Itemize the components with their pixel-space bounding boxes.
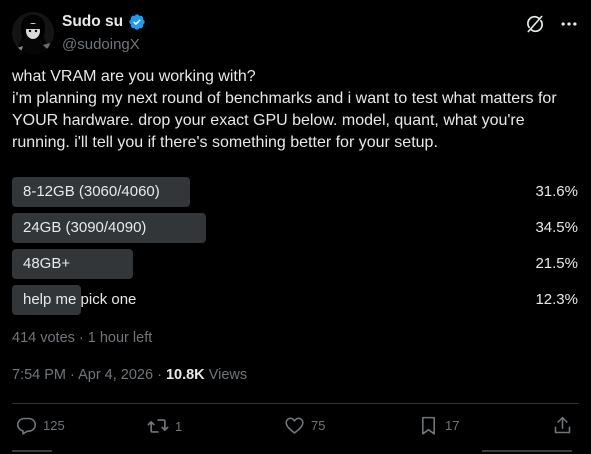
like-button[interactable]: 75: [284, 415, 325, 436]
timestamp-row: 7:54 PM · Apr 4, 2026 · 10.8K Views: [12, 367, 247, 383]
cut-off-text-fragment: [482, 450, 572, 452]
poll-option: 8-12GB (3060/4060) 31.6%: [12, 175, 579, 207]
action-bar: 125 1 75 17: [12, 415, 579, 439]
timestamp[interactable]: 7:54 PM · Apr 4, 2026 ·: [12, 367, 166, 383]
bookmark-icon: [418, 415, 439, 436]
share-icon: [552, 415, 573, 436]
verified-badge-icon: [128, 13, 146, 31]
reply-icon: [16, 415, 37, 436]
repost-button[interactable]: 1: [147, 415, 182, 437]
name-row: Sudo su: [62, 13, 146, 31]
divider: [12, 403, 579, 404]
poll-option: 24GB (3090/4090) 34.5%: [12, 211, 579, 243]
share-button[interactable]: [552, 415, 573, 436]
avatar[interactable]: [12, 12, 54, 54]
poll-option-label: 8-12GB (3060/4060): [23, 183, 160, 200]
poll-option-percent: 31.6%: [535, 183, 578, 200]
heart-icon: [284, 415, 305, 436]
views-label: Views: [204, 367, 248, 383]
poll-option-percent: 12.3%: [535, 291, 578, 308]
poll-option-percent: 34.5%: [535, 219, 578, 236]
cut-off-row: [12, 444, 579, 454]
display-name[interactable]: Sudo su: [62, 13, 123, 31]
reply-count: 125: [43, 418, 65, 433]
poll-meta: 414 votes · 1 hour left: [12, 330, 153, 346]
poll: 8-12GB (3060/4060) 31.6% 24GB (3090/4090…: [12, 175, 579, 319]
reply-button[interactable]: 125: [16, 415, 65, 436]
repost-count: 1: [175, 418, 183, 434]
poll-option-label: 48GB+: [23, 255, 71, 272]
like-count: 75: [311, 418, 326, 433]
more-options-icon[interactable]: [559, 14, 579, 34]
handle[interactable]: @sudoingX: [62, 36, 140, 53]
poll-option: help me pick one 12.3%: [12, 283, 579, 315]
poll-option-label: 24GB (3090/4090): [23, 219, 147, 236]
poll-option-percent: 21.5%: [535, 255, 578, 272]
bookmark-button[interactable]: 17: [418, 415, 459, 436]
tweet-text: what VRAM are you working with? i'm plan…: [12, 68, 557, 151]
repost-icon: [147, 415, 169, 437]
poll-option: 48GB+ 21.5%: [12, 247, 579, 279]
bookmark-count: 17: [445, 418, 460, 433]
poll-option-label: help me pick one: [23, 291, 137, 308]
tweet-header: Sudo su @sudoingX: [12, 12, 579, 56]
tweet: Sudo su @sudoingX what VRAM are you work…: [0, 0, 591, 454]
views-count: 10.8K: [165, 367, 205, 383]
cut-off-text-fragment: [12, 450, 52, 452]
grok-icon[interactable]: [525, 14, 545, 34]
header-actions: [525, 14, 579, 34]
